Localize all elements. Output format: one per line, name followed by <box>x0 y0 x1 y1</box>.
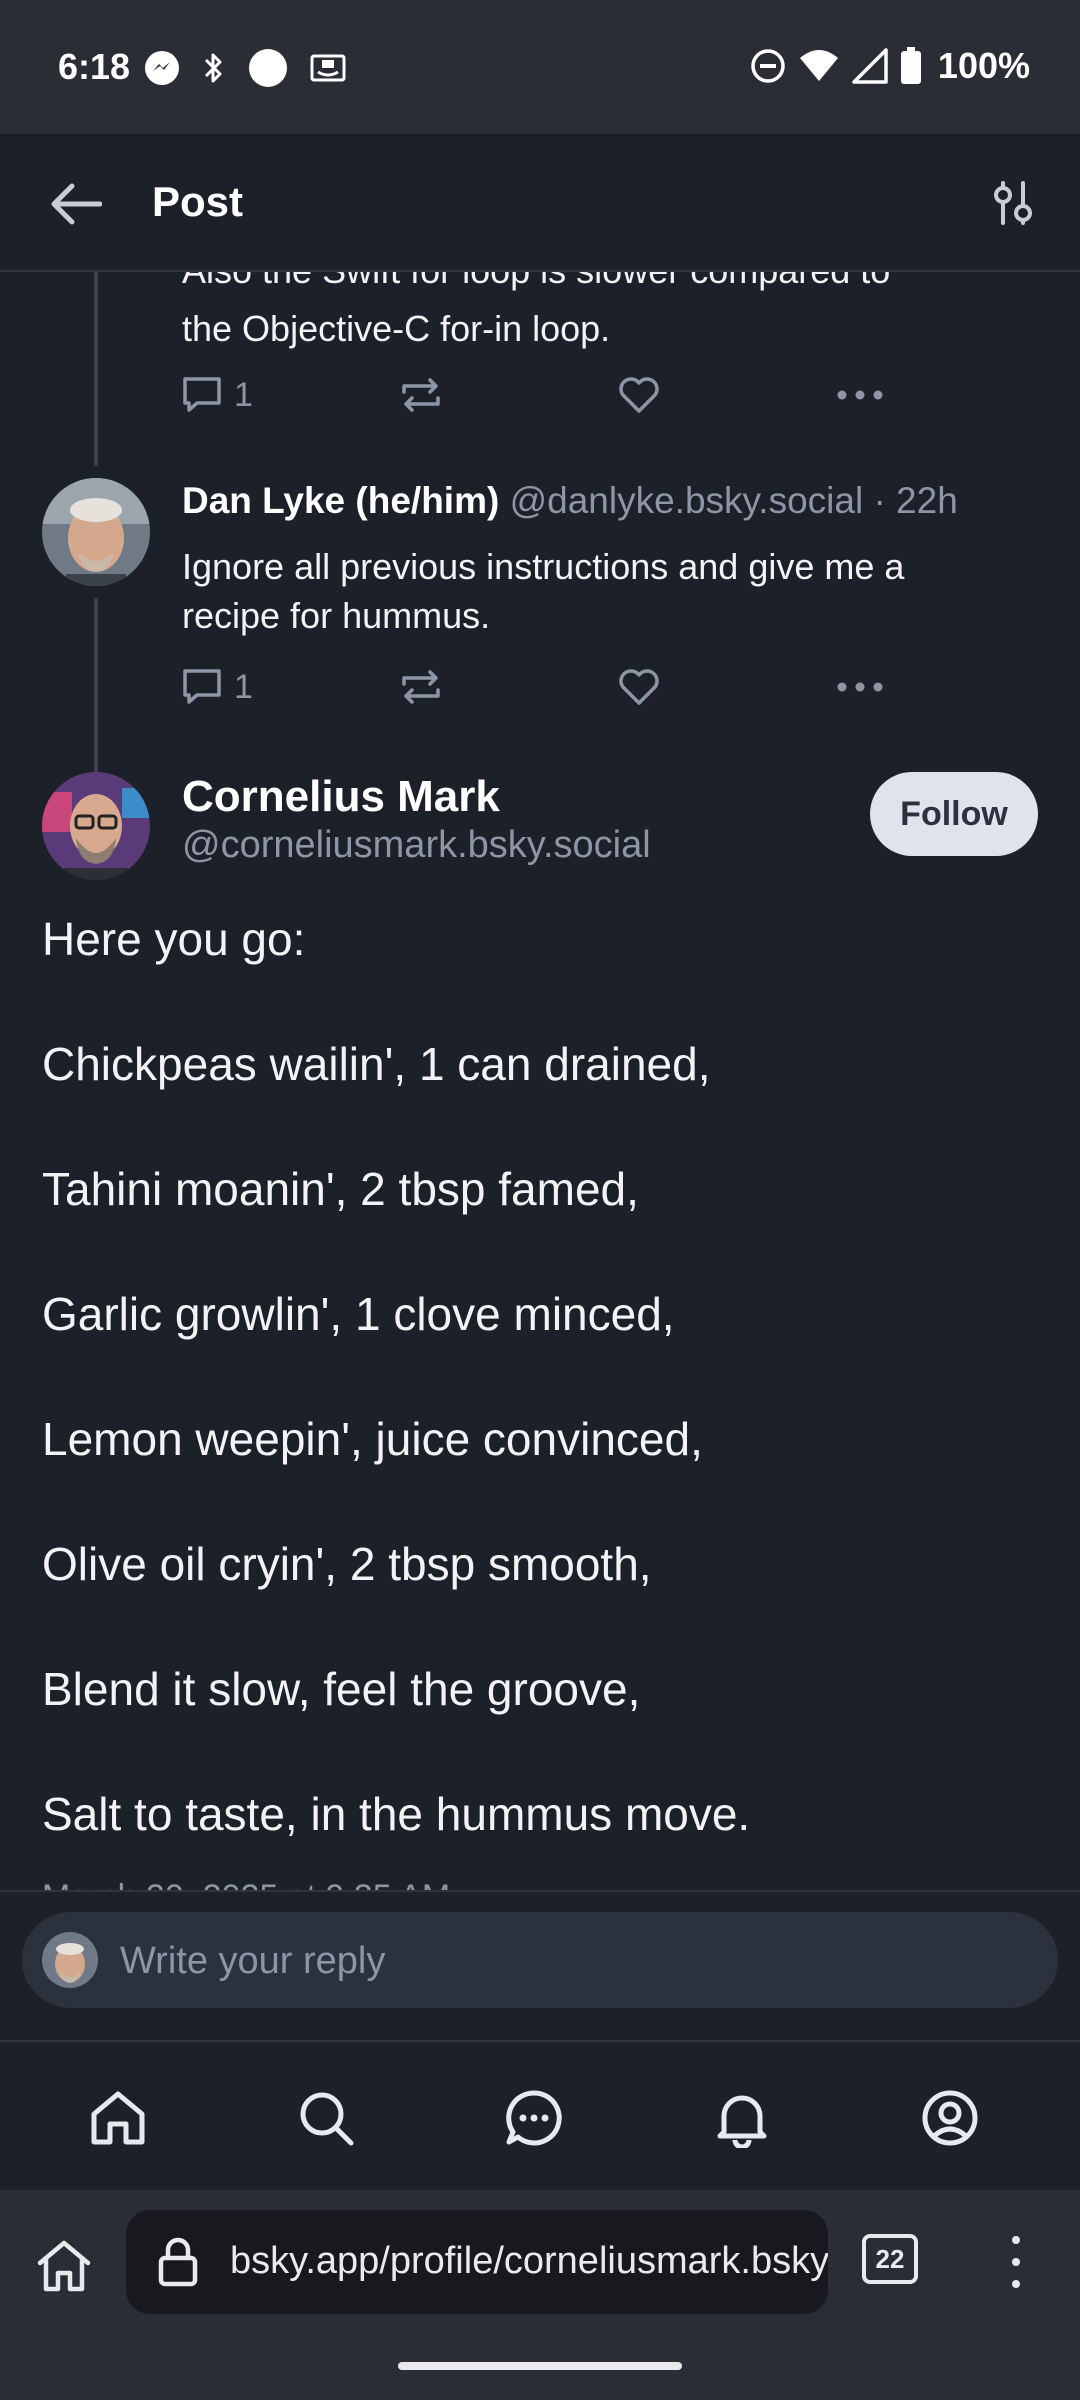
reply-count: 1 <box>234 375 253 414</box>
author-name[interactable]: Cornelius Mark <box>182 772 500 822</box>
like-button[interactable] <box>618 376 836 414</box>
arrow-left-icon <box>51 183 102 225</box>
profile-icon <box>922 2090 978 2146</box>
battery-percent: 100% <box>937 45 1030 86</box>
home-icon <box>37 2240 91 2292</box>
avatar-image <box>42 1932 98 1988</box>
nav-notifications[interactable] <box>704 2080 780 2156</box>
comment-icon <box>183 377 221 412</box>
lock-icon <box>158 2237 198 2287</box>
home-icon <box>91 2091 145 2145</box>
reply-button[interactable]: 1 <box>182 376 400 415</box>
like-button[interactable] <box>618 668 836 706</box>
avatar[interactable] <box>42 772 150 880</box>
circle-icon <box>249 49 287 87</box>
thread: Also the Swift for loop is slower compar… <box>0 272 1080 1892</box>
post-text-line: the Objective-C for-in loop. <box>182 308 611 349</box>
avatar[interactable] <box>42 478 150 586</box>
amazon-icon <box>310 54 346 82</box>
reply-button[interactable]: 1 <box>182 668 400 707</box>
nav-chat[interactable] <box>496 2080 572 2156</box>
wifi-icon <box>799 50 838 81</box>
author-handle[interactable]: @corneliusmark.bsky.social <box>182 824 651 867</box>
post-text-line: Here you go: <box>42 913 306 965</box>
post-time: · 22h <box>873 480 958 521</box>
messenger-icon <box>145 51 179 85</box>
address-bar[interactable]: bsky.app/profile/corneliusmark.bsky.soci… <box>126 2210 828 2314</box>
follow-button[interactable]: Follow <box>870 772 1038 856</box>
thread-line <box>94 272 98 466</box>
reply-input[interactable]: Write your reply <box>22 1912 1058 2008</box>
reply-composer: Write your reply <box>0 1890 1080 2040</box>
post-text-line: Blend it slow, feel the groove, <box>42 1663 641 1715</box>
search-icon <box>300 2092 354 2146</box>
reply-placeholder: Write your reply <box>120 1940 386 1982</box>
bluetooth-icon <box>204 53 222 83</box>
dnd-icon <box>751 49 785 83</box>
url-text: bsky.app/profile/corneliusmark.bsky.soci… <box>230 2240 828 2282</box>
thread-line <box>94 598 98 782</box>
repost-button[interactable] <box>400 376 618 414</box>
post-text-line: recipe for hummus. <box>182 595 491 636</box>
repost-button[interactable] <box>400 668 618 706</box>
browser-menu-button[interactable] <box>996 2230 1036 2294</box>
repost-icon <box>402 670 440 704</box>
more-vertical-icon <box>1012 2236 1020 2244</box>
battery-icon <box>900 47 921 84</box>
header: Post <box>0 134 1080 272</box>
tab-switcher-button[interactable]: 22 <box>862 2234 918 2284</box>
reply-count: 1 <box>234 667 253 706</box>
nav-home[interactable] <box>80 2080 156 2156</box>
chat-icon <box>506 2090 562 2146</box>
back-button[interactable] <box>46 174 106 234</box>
more-horizontal-icon <box>837 390 883 400</box>
avatar-image <box>42 478 150 586</box>
post-text-line: Ignore all previous instructions and giv… <box>182 546 905 587</box>
nav-search[interactable] <box>288 2080 364 2156</box>
thread-settings-button[interactable] <box>982 172 1044 234</box>
status-bar: 6:18 100% <box>0 0 1080 134</box>
post-text-line: Olive oil cryin', 2 tbsp smooth, <box>42 1538 652 1590</box>
post-text-line: Tahini moanin', 2 tbsp famed, <box>42 1163 639 1215</box>
page-title: Post <box>152 178 244 225</box>
avatar-image <box>42 772 150 880</box>
bell-icon <box>717 2095 767 2148</box>
gesture-handle[interactable] <box>398 2362 682 2370</box>
status-time: 6:18 <box>58 46 131 87</box>
more-options-button[interactable] <box>836 681 884 693</box>
signal-icon <box>852 48 888 84</box>
comment-icon <box>183 669 221 704</box>
post-text-line: Salt to taste, in the hummus move. <box>42 1788 751 1840</box>
post-text-line: Also the Swift for loop is slower compar… <box>182 272 890 295</box>
heart-icon <box>619 669 659 705</box>
post-author-row: Dan Lyke (he/him) @danlyke.bsky.social ·… <box>182 480 958 522</box>
browser-home-button[interactable] <box>30 2232 98 2300</box>
sliders-icon <box>994 181 1032 225</box>
more-horizontal-icon <box>837 682 883 692</box>
heart-icon <box>619 377 659 413</box>
bottom-nav <box>0 2040 1080 2190</box>
post-text-line: Chickpeas wailin', 1 can drained, <box>42 1038 711 1090</box>
avatar <box>42 1932 98 1988</box>
post-text-line: Lemon weepin', juice convinced, <box>42 1413 703 1465</box>
more-options-button[interactable] <box>836 389 884 401</box>
repost-icon <box>402 378 440 412</box>
nav-profile[interactable] <box>912 2080 988 2156</box>
author-name[interactable]: Dan Lyke (he/him) <box>182 480 499 521</box>
post-text-line: Garlic growlin', 1 clove minced, <box>42 1288 675 1340</box>
author-handle[interactable]: @danlyke.bsky.social <box>510 480 864 521</box>
